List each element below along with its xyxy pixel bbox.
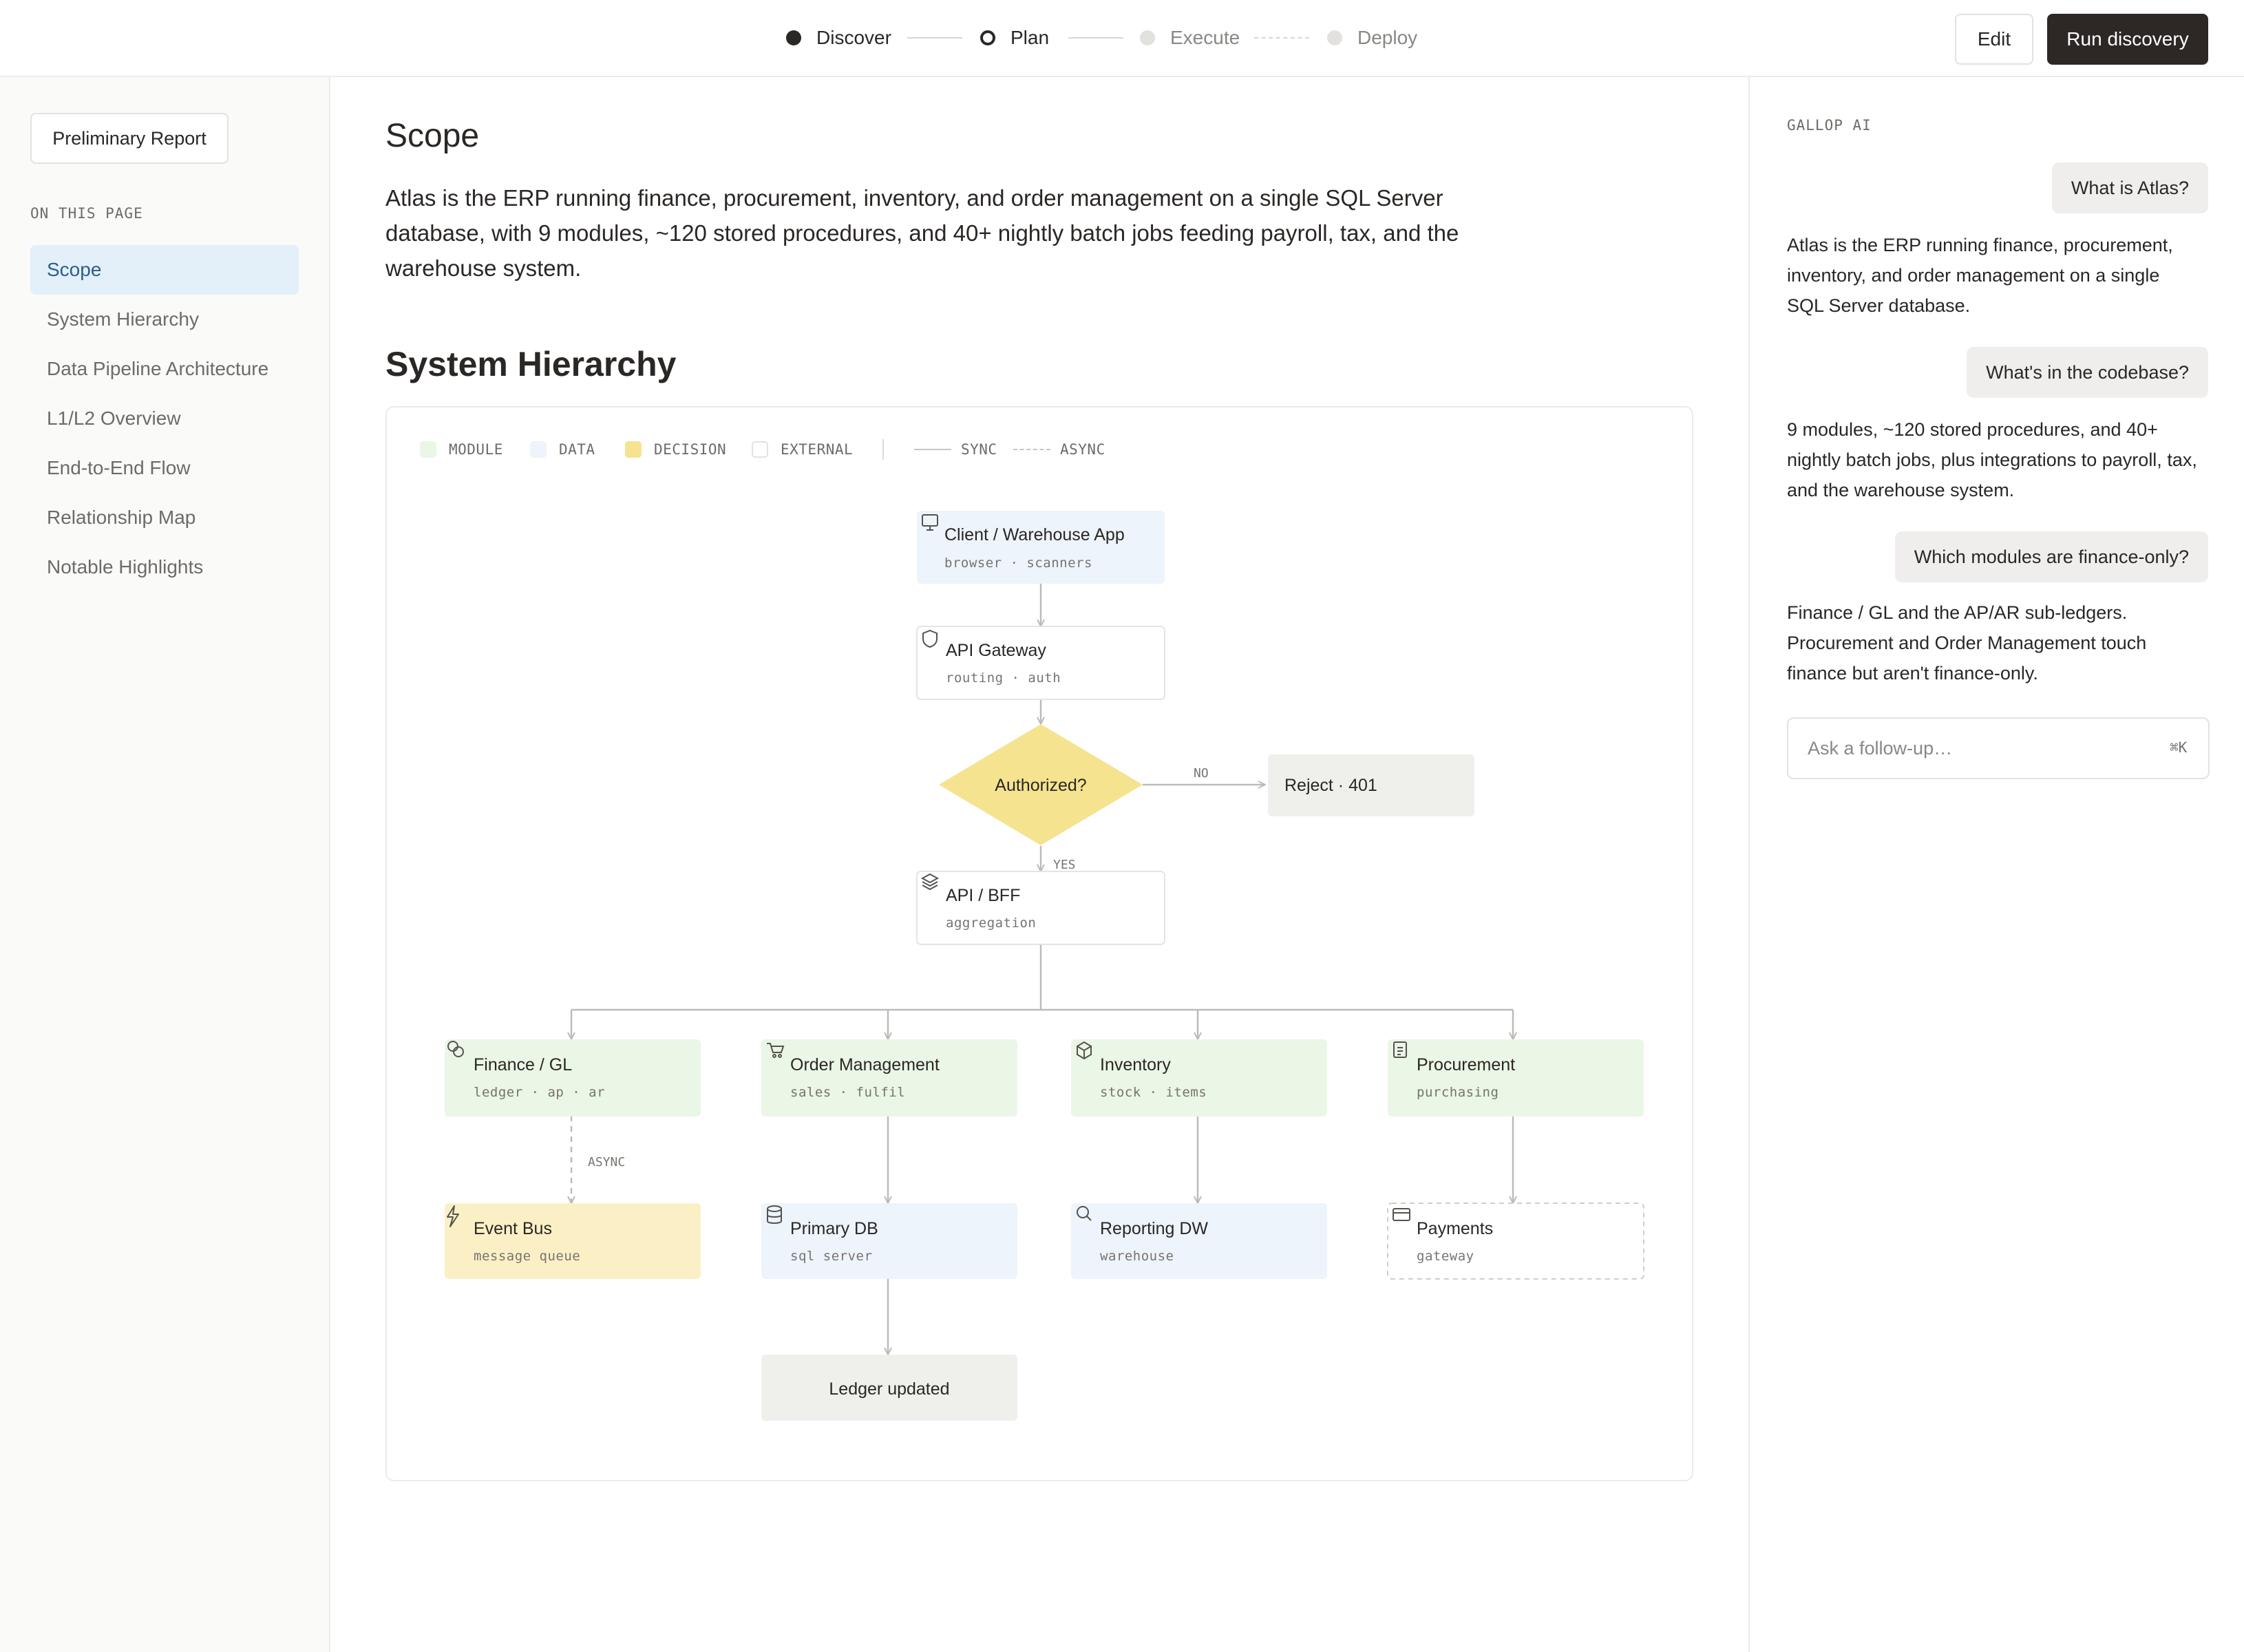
node-payments-external[interactable]: Payments gateway — [1387, 1203, 1644, 1280]
node-subtitle: aggregation — [946, 915, 1036, 931]
diagram-canvas: NO YES ASYNC Client / Warehouse App brow… — [445, 511, 1644, 1421]
node-title: Procurement — [1417, 1055, 1515, 1074]
node-reporting-dw[interactable]: Reporting DW warehouse — [1071, 1203, 1327, 1279]
main-content: Scope Atlas is the ERP running finance, … — [330, 77, 1748, 1652]
nav-item-scope[interactable]: Scope — [30, 245, 299, 295]
node-api-gateway[interactable]: API Gateway routing · auth — [916, 626, 1165, 700]
step-label: Plan — [1010, 27, 1050, 48]
top-bar: Discover Plan Execute Deploy Edit Run di… — [0, 0, 2244, 77]
node-title: Primary DB — [790, 1219, 878, 1238]
node-api-bff[interactable]: API / BFF aggregation — [916, 871, 1165, 945]
step-deploy[interactable]: Deploy — [1327, 23, 1417, 52]
edge-label-no: NO — [1194, 766, 1209, 781]
node-subtitle: warehouse — [1100, 1249, 1174, 1264]
step-done-dot-icon — [786, 30, 801, 45]
assistant-message: 9 modules, ~120 stored procedures, and 4… — [1787, 419, 2197, 500]
step-execute[interactable]: Execute — [1140, 23, 1240, 52]
node-event-bus[interactable]: Event Bus message queue — [445, 1203, 701, 1279]
node-subtitle: message queue — [474, 1249, 580, 1264]
user-message: Which modules are finance-only? — [1894, 531, 2208, 582]
edit-button[interactable]: Edit — [1955, 14, 2033, 65]
scope-paragraph: Atlas is the ERP running finance, procur… — [385, 185, 1459, 281]
node-authorized-decision[interactable]: Authorized? — [939, 724, 1143, 845]
assistant-label: GALLOP AI — [1787, 117, 1872, 134]
system-hierarchy-heading: System Hierarchy — [385, 345, 677, 383]
node-title: API / BFF — [946, 886, 1020, 905]
nav-item-system-hierarchy[interactable]: System Hierarchy — [30, 295, 299, 344]
node-title: API Gateway — [946, 641, 1046, 660]
step-connector — [1254, 37, 1309, 39]
on-this-page-label: ON THIS PAGE — [30, 205, 143, 222]
node-inventory[interactable]: Inventory stock · items — [1071, 1039, 1327, 1116]
step-todo-dot-icon — [1140, 30, 1155, 45]
assistant-message: Atlas is the ERP running finance, procur… — [1787, 235, 2173, 316]
edge-label-yes: YES — [1053, 858, 1076, 872]
assistant-message: Finance / GL and the AP/AR sub-ledgers. … — [1787, 602, 2147, 684]
left-sidebar: Preliminary Report ON THIS PAGE Scope Sy… — [0, 77, 330, 1652]
system-hierarchy-diagram: MODULE DATA DECISION EXTERNAL SYNC ASYNC… — [385, 406, 1693, 1481]
edge-label-async: ASYNC — [588, 1155, 625, 1169]
node-subtitle: stock · items — [1100, 1085, 1207, 1100]
node-subtitle: gateway — [1417, 1249, 1474, 1264]
node-title: Order Management — [790, 1055, 940, 1074]
page-nav: Scope System Hierarchy Data Pipeline Arc… — [30, 245, 299, 592]
step-current-dot-icon — [980, 30, 995, 45]
nav-item-relationship-map[interactable]: Relationship Map — [30, 493, 299, 542]
node-ledger-updated[interactable]: Ledger updated — [761, 1355, 1017, 1421]
step-todo-dot-icon — [1327, 30, 1342, 45]
node-title: Event Bus — [474, 1219, 552, 1238]
node-title: Payments — [1417, 1219, 1493, 1238]
node-title: Inventory — [1100, 1055, 1171, 1074]
node-title: Authorized? — [995, 776, 1086, 795]
assistant-panel: GALLOP AI What is Atlas? Atlas is the ER… — [1748, 77, 2244, 1652]
nav-item-notable-highlights[interactable]: Notable Highlights — [30, 542, 299, 592]
node-subtitle: ledger · ap · ar — [474, 1085, 605, 1100]
node-procurement[interactable]: Procurement purchasing — [1388, 1039, 1644, 1116]
step-discover[interactable]: Discover — [786, 23, 891, 52]
step-connector — [907, 37, 962, 39]
node-finance-gl[interactable]: Finance / GL ledger · ap · ar — [445, 1039, 701, 1116]
step-label: Discover — [816, 27, 891, 48]
shortcut-hint: ⌘K — [2170, 739, 2188, 756]
node-reject-401[interactable]: Reject · 401 — [1268, 754, 1474, 816]
preliminary-report-button[interactable]: Preliminary Report — [30, 113, 229, 164]
scope-heading: Scope — [385, 118, 480, 154]
step-label: Execute — [1170, 27, 1240, 48]
node-title: Client / Warehouse App — [944, 525, 1125, 544]
node-title: Finance / GL — [474, 1055, 572, 1074]
node-subtitle: routing · auth — [946, 670, 1061, 686]
edge-bff-bus — [571, 944, 1513, 1011]
step-label: Deploy — [1357, 27, 1418, 48]
nav-item-end-to-end-flow[interactable]: End-to-End Flow — [30, 443, 299, 493]
node-order-management[interactable]: Order Management sales · fulfil — [761, 1039, 1017, 1116]
nav-item-l1-l2-overview[interactable]: L1/L2 Overview — [30, 394, 299, 443]
node-title: Reporting DW — [1100, 1219, 1208, 1238]
nav-item-data-pipeline-architecture[interactable]: Data Pipeline Architecture — [30, 344, 299, 394]
node-subtitle: sales · fulfil — [790, 1085, 905, 1100]
node-client-warehouse-app[interactable]: Client / Warehouse App browser · scanner… — [917, 511, 1165, 584]
node-subtitle: browser · scanners — [944, 555, 1092, 571]
node-title: Ledger updated — [829, 1379, 949, 1399]
follow-up-input[interactable] — [1787, 717, 2210, 779]
node-subtitle: purchasing — [1417, 1085, 1499, 1100]
node-title: Reject · 401 — [1284, 776, 1377, 795]
user-message: What's in the codebase? — [1967, 347, 2208, 398]
run-discovery-button[interactable]: Run discovery — [2047, 14, 2208, 65]
user-message: What is Atlas? — [2051, 162, 2208, 213]
node-subtitle: sql server — [790, 1249, 872, 1264]
step-plan[interactable]: Plan — [980, 23, 1049, 52]
step-connector — [1068, 37, 1123, 39]
node-primary-db[interactable]: Primary DB sql server — [761, 1203, 1017, 1279]
